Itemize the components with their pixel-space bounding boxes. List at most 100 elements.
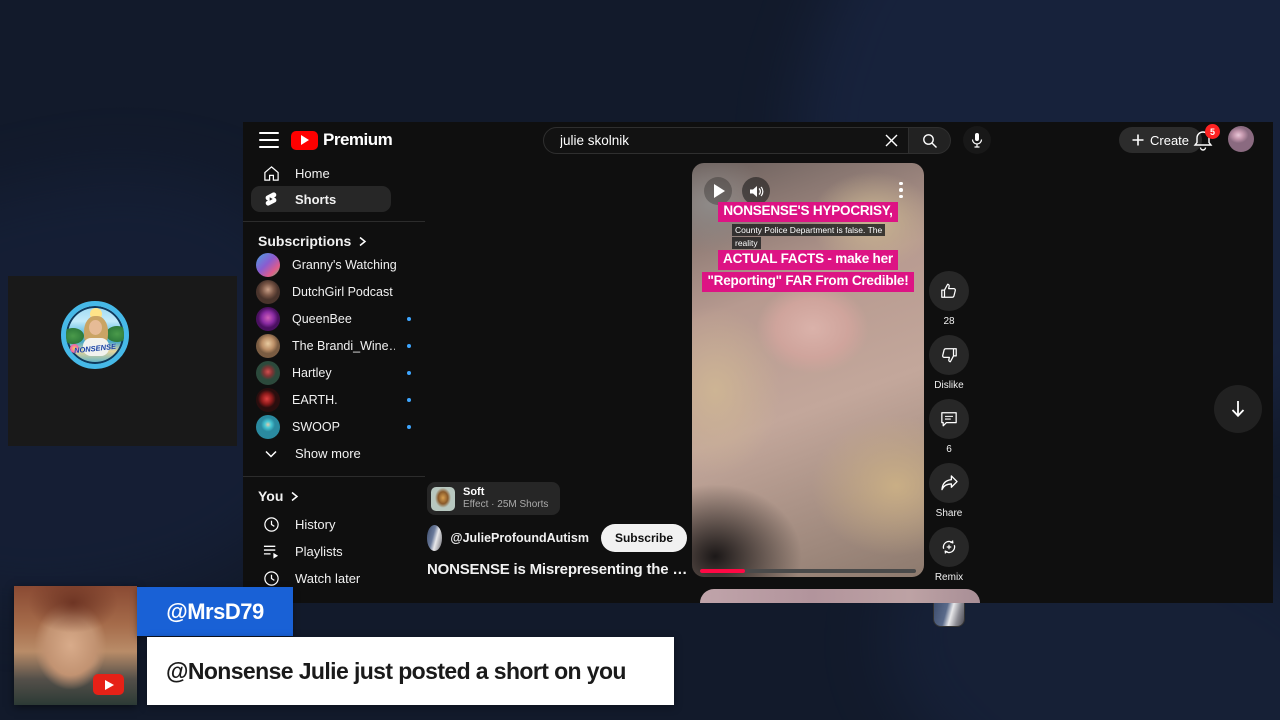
speaker-icon	[749, 185, 764, 198]
sidebar-channel[interactable]: The Brandi_Wine…	[243, 332, 425, 359]
sidebar-item-label: Shorts	[295, 191, 337, 207]
share-button[interactable]	[929, 463, 969, 503]
channel-avatar	[256, 414, 280, 439]
youtube-topbar: Premium julie skolnik Create 5	[243, 122, 1273, 160]
overlay-headline: NONSENSE'S HYPOCRISY,	[718, 202, 898, 222]
sidebar-channel[interactable]: Granny's Watching	[243, 251, 425, 278]
remix-icon	[940, 538, 958, 556]
sidebar-channel[interactable]: EARTH.	[243, 386, 425, 413]
search-icon	[922, 133, 938, 149]
overlay-headline: ACTUAL FACTS - make her	[718, 250, 898, 271]
sidebar-item-label: History	[295, 517, 336, 532]
remix-label: Remix	[934, 572, 964, 583]
new-content-dot	[407, 424, 411, 429]
search-bar	[543, 127, 951, 154]
channel-avatar	[256, 306, 280, 331]
channel-avatar	[256, 279, 280, 304]
comment-count: 6	[946, 444, 952, 455]
sidebar-item-home[interactable]: Home	[243, 160, 425, 186]
sidebar-item-label: Home	[295, 165, 330, 181]
next-short-preview[interactable]	[700, 589, 980, 603]
search-button[interactable]	[909, 127, 951, 154]
new-content-dot	[407, 370, 411, 375]
watch-later-icon	[261, 570, 281, 587]
home-icon	[261, 165, 281, 182]
clear-search-icon[interactable]	[880, 130, 902, 152]
arrow-down-icon	[1230, 400, 1246, 418]
microphone-icon	[970, 132, 984, 148]
divider	[243, 476, 425, 477]
channel-handle[interactable]: @JulieProfoundAutism	[450, 531, 589, 545]
sidebar-item-playlists[interactable]: Playlists	[243, 538, 425, 565]
subscribe-button[interactable]: Subscribe	[600, 523, 687, 552]
chevron-down-icon	[261, 450, 281, 458]
channel-avatar	[256, 387, 280, 412]
channel-avatar	[256, 252, 280, 277]
webcam-panel: NONSENSE	[8, 276, 237, 446]
share-icon	[940, 475, 959, 491]
notification-banner: @Nonsense Julie just posted a short on y…	[147, 637, 674, 705]
more-options-icon[interactable]	[888, 177, 914, 203]
channel-avatar[interactable]	[427, 524, 443, 551]
playlists-icon	[261, 544, 281, 559]
video-caption: County Police Department is false. The r…	[732, 223, 886, 250]
search-box[interactable]	[543, 127, 909, 154]
sidebar-item-shorts[interactable]: Shorts	[251, 186, 391, 212]
share-label: Share	[935, 508, 963, 519]
sound-meta: Effect · 25M Shorts	[463, 499, 549, 511]
sidebar-item-label: Watch later	[295, 571, 361, 586]
sidebar-channel[interactable]: DutchGirl Podcast	[243, 278, 425, 305]
sidebar-item-label: Playlists	[295, 544, 343, 559]
account-avatar[interactable]	[1228, 126, 1254, 152]
video-progress-bar[interactable]	[700, 569, 916, 573]
create-button[interactable]: Create	[1119, 127, 1203, 153]
comments-button[interactable]	[929, 399, 969, 439]
show-more-label: Show more	[295, 446, 361, 461]
short-meta: Soft Effect · 25M Shorts @JulieProfoundA…	[427, 482, 687, 578]
like-count: 28	[943, 316, 955, 327]
dislike-button[interactable]	[929, 335, 969, 375]
next-short-button[interactable]	[1214, 385, 1262, 433]
subscriptions-header[interactable]: Subscriptions	[243, 231, 425, 251]
sidebar-channel[interactable]: SWOOP	[243, 413, 425, 440]
search-input[interactable]	[558, 132, 880, 149]
sidebar-item-history[interactable]: History	[243, 511, 425, 538]
streamer-logo: NONSENSE	[61, 301, 129, 369]
progress-fill	[700, 569, 746, 573]
sidebar-channel[interactable]: QueenBee	[243, 305, 425, 332]
menu-icon[interactable]	[259, 132, 279, 148]
youtube-play-icon	[291, 130, 318, 150]
youtube-window: Premium julie skolnik Create 5 Home Shor…	[243, 122, 1273, 627]
remix-button[interactable]	[929, 527, 969, 567]
streamer-photo	[14, 586, 137, 705]
channel-name: Granny's Watching	[292, 257, 397, 272]
show-more-button[interactable]: Show more	[243, 440, 425, 467]
premium-wordmark: Premium	[323, 130, 393, 149]
divider	[243, 221, 425, 222]
sidebar-channel[interactable]: Hartley	[243, 359, 425, 386]
video-text-overlay: NONSENSE'S HYPOCRISY, County Police Depa…	[694, 201, 922, 293]
you-header[interactable]: You	[243, 486, 425, 506]
channel-name: Hartley	[292, 365, 332, 380]
dislike-label: Dislike	[934, 380, 964, 391]
sound-chip[interactable]: Soft Effect · 25M Shorts	[427, 482, 561, 516]
youtube-premium-logo[interactable]: Premium	[291, 130, 393, 150]
new-content-dot	[407, 343, 411, 348]
like-button[interactable]	[929, 271, 969, 311]
short-video-player[interactable]: NONSENSE'S HYPOCRISY, County Police Depa…	[692, 163, 924, 577]
overlay-headline: "Reporting" FAR From Credible!	[702, 272, 914, 293]
sound-thumbnail	[431, 486, 455, 511]
play-icon	[714, 184, 725, 198]
shorts-action-rail: 28 Dislike 6 Share Remix	[929, 271, 969, 627]
chevron-right-icon	[358, 236, 367, 247]
new-content-dot	[407, 316, 411, 321]
you-header-label: You	[258, 488, 284, 504]
streamer-handle: @MrsD79	[166, 598, 264, 624]
voice-search-button[interactable]	[963, 126, 991, 154]
channel-name: DutchGirl Podcast	[292, 284, 393, 299]
subscriptions-header-label: Subscriptions	[258, 233, 352, 249]
channel-avatar	[256, 360, 280, 385]
plus-icon	[1132, 134, 1144, 146]
short-title[interactable]: NONSENSE is Misrepresenting the …	[427, 561, 687, 578]
history-icon	[261, 516, 281, 533]
